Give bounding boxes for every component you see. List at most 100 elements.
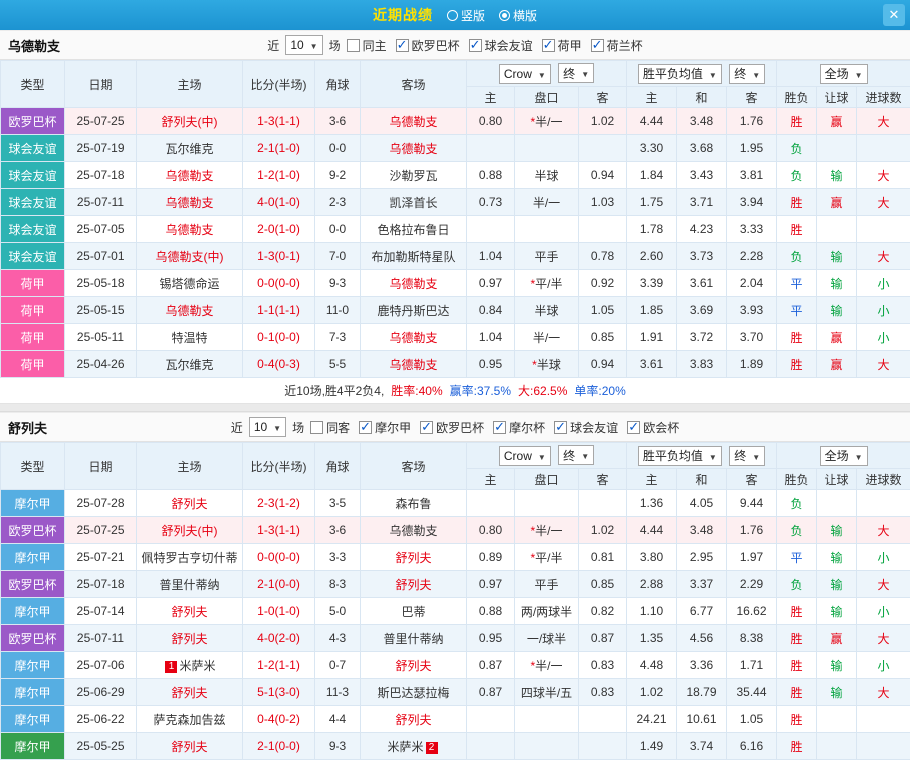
match-count-select[interactable]: 10 (285, 35, 322, 55)
mean-time-select[interactable]: 终 (729, 446, 765, 466)
checkbox-checked-icon[interactable] (554, 421, 567, 434)
away-team[interactable]: 沙勒罗瓦 (361, 162, 467, 189)
away-team[interactable]: 巴蒂 (361, 598, 467, 625)
away-team[interactable]: 色格拉布鲁日 (361, 216, 467, 243)
away-team[interactable]: 普里什蒂纳 (361, 625, 467, 652)
filter-checkbox-item[interactable]: 荷甲 (542, 37, 582, 54)
match-score: 2-1(0-0) (243, 733, 315, 760)
mean-time-select[interactable]: 终 (729, 64, 765, 84)
home-team[interactable]: 舒列夫 (137, 490, 243, 517)
mean-group-header: 胜平负均值 终 (627, 61, 777, 87)
mean-home: 3.39 (627, 270, 677, 297)
home-team[interactable]: 特温特 (137, 324, 243, 351)
result-winlose: 胜 (777, 733, 817, 760)
home-team[interactable]: 乌德勒支 (137, 216, 243, 243)
match-date: 25-06-22 (65, 706, 137, 733)
filter-checkbox-item[interactable]: 欧罗巴杯 (420, 419, 484, 436)
scope-select[interactable]: 全场 (820, 64, 868, 84)
filter-checkbox-item[interactable]: 摩尔杯 (493, 419, 545, 436)
team-label: 乌德勒支 (165, 169, 213, 183)
checkbox-checked-icon[interactable] (627, 421, 640, 434)
away-team[interactable]: 乌德勒支 (361, 108, 467, 135)
away-team[interactable]: 舒列夫 (361, 706, 467, 733)
mean-draw: 3.69 (677, 297, 727, 324)
home-team[interactable]: 1米萨米 (137, 652, 243, 679)
home-team[interactable]: 舒列夫 (137, 625, 243, 652)
match-count-select[interactable]: 10 (249, 417, 286, 437)
checkbox-checked-icon[interactable] (359, 421, 372, 434)
checkbox-checked-icon[interactable] (542, 39, 555, 52)
home-team[interactable]: 舒列夫(中) (137, 517, 243, 544)
league-type-badge: 球会友谊 (1, 243, 65, 270)
col-goals: 进球数 (857, 469, 910, 490)
home-team[interactable]: 乌德勒支(中) (137, 243, 243, 270)
home-team[interactable]: 瓦尔维克 (137, 351, 243, 378)
away-team[interactable]: 乌德勒支 (361, 324, 467, 351)
filter-checkbox-item[interactable]: 球会友谊 (469, 37, 533, 54)
away-team[interactable]: 凯泽首长 (361, 189, 467, 216)
away-team[interactable]: 布加勒斯特星队 (361, 243, 467, 270)
home-team[interactable]: 普里什蒂纳 (137, 571, 243, 598)
league-type-badge: 摩尔甲 (1, 679, 65, 706)
away-team[interactable]: 乌德勒支 (361, 270, 467, 297)
home-team[interactable]: 锡塔德命运 (137, 270, 243, 297)
filter-checkbox-item[interactable]: 欧罗巴杯 (396, 37, 460, 54)
away-team[interactable]: 乌德勒支 (361, 135, 467, 162)
away-team[interactable]: 鹿特丹斯巴达 (361, 297, 467, 324)
match-date: 25-07-06 (65, 652, 137, 679)
mean-type-select[interactable]: 胜平负均值 (638, 446, 722, 466)
home-team[interactable]: 舒列夫 (137, 679, 243, 706)
mean-type-select[interactable]: 胜平负均值 (638, 64, 722, 84)
away-team[interactable]: 乌德勒支 (361, 351, 467, 378)
layout-radio-horizontal[interactable]: 横版 (499, 7, 537, 24)
checkbox-unchecked-icon[interactable] (310, 421, 323, 434)
scope-select[interactable]: 全场 (820, 446, 868, 466)
checkbox-checked-icon[interactable] (420, 421, 433, 434)
odds-group-header: Crow 终 (467, 61, 627, 87)
match-score: 0-4(0-3) (243, 351, 315, 378)
mean-draw: 6.77 (677, 598, 727, 625)
checkbox-checked-icon[interactable] (396, 39, 409, 52)
layout-radio-vertical[interactable]: 竖版 (447, 7, 485, 24)
mean-draw: 3.73 (677, 243, 727, 270)
team-label: 沙勒罗瓦 (389, 169, 437, 183)
match-score: 1-0(1-0) (243, 598, 315, 625)
home-team[interactable]: 乌德勒支 (137, 162, 243, 189)
filter-checkbox-item[interactable]: 同主 (347, 37, 387, 54)
away-team[interactable]: 舒列夫 (361, 652, 467, 679)
match-score: 1-1(1-1) (243, 297, 315, 324)
odds-away: 0.92 (579, 270, 627, 297)
match-date: 25-05-25 (65, 733, 137, 760)
home-team[interactable]: 瓦尔维克 (137, 135, 243, 162)
odds-time-select[interactable]: 终 (558, 63, 594, 83)
odds-provider-select[interactable]: Crow (499, 64, 551, 84)
home-team[interactable]: 乌德勒支 (137, 297, 243, 324)
team-name: 舒列夫 (8, 418, 47, 437)
odds-provider-select[interactable]: Crow (499, 446, 551, 466)
away-team[interactable]: 米萨米2 (361, 733, 467, 760)
filter-checkbox-item[interactable]: 摩尔甲 (359, 419, 411, 436)
chevron-down-icon (310, 38, 318, 52)
away-team[interactable]: 舒列夫 (361, 544, 467, 571)
away-team[interactable]: 森布鲁 (361, 490, 467, 517)
checkbox-checked-icon[interactable] (493, 421, 506, 434)
home-team[interactable]: 舒列夫 (137, 598, 243, 625)
filter-checkbox-item[interactable]: 欧会杯 (627, 419, 679, 436)
away-team[interactable]: 舒列夫 (361, 571, 467, 598)
filter-checkbox-item[interactable]: 球会友谊 (554, 419, 618, 436)
filter-checkbox-item[interactable]: 荷兰杯 (591, 37, 643, 54)
away-team[interactable]: 乌德勒支 (361, 517, 467, 544)
close-button[interactable]: ✕ (883, 4, 905, 26)
home-team[interactable]: 萨克森加告兹 (137, 706, 243, 733)
home-team[interactable]: 舒列夫 (137, 733, 243, 760)
odds-time-select[interactable]: 终 (558, 445, 594, 465)
away-team[interactable]: 斯巴达瑟拉梅 (361, 679, 467, 706)
filter-checkbox-item[interactable]: 同客 (310, 419, 350, 436)
home-team[interactable]: 乌德勒支 (137, 189, 243, 216)
home-team[interactable]: 佩特罗古亨切什蒂 (137, 544, 243, 571)
checkbox-checked-icon[interactable] (591, 39, 604, 52)
home-team[interactable]: 舒列夫(中) (137, 108, 243, 135)
checkbox-checked-icon[interactable] (469, 39, 482, 52)
checkbox-unchecked-icon[interactable] (347, 39, 360, 52)
mean-home: 24.21 (627, 706, 677, 733)
